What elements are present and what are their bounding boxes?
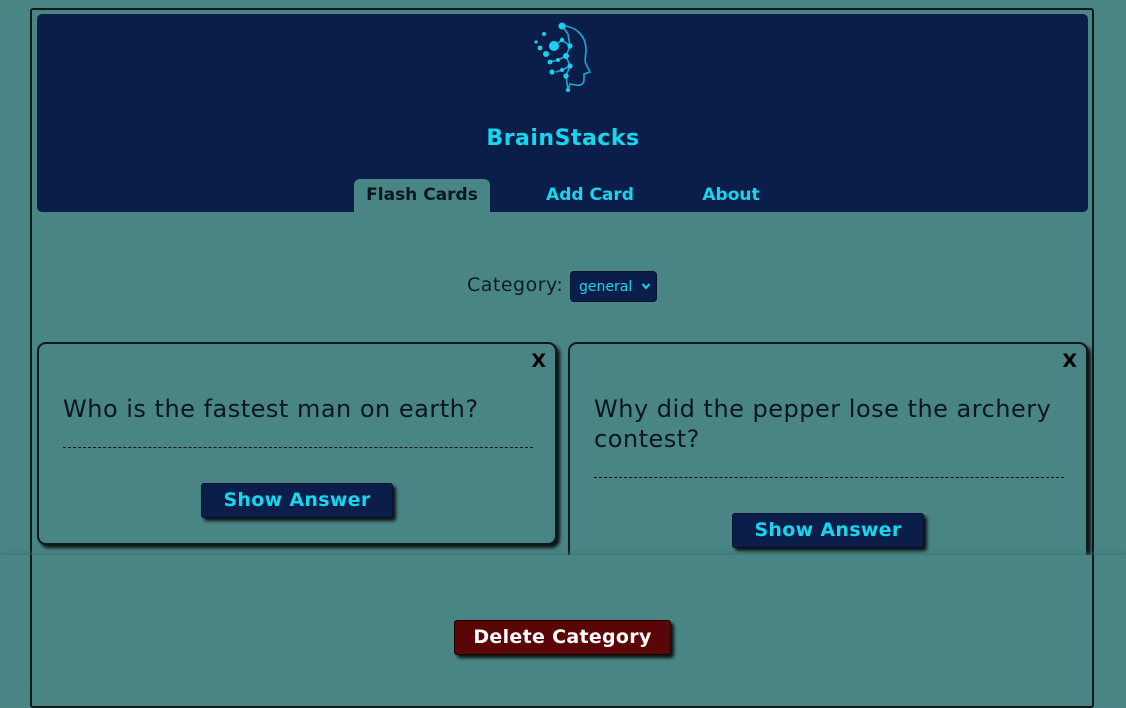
card-divider	[594, 477, 1064, 478]
chevron-down-icon	[641, 283, 651, 290]
app-title: BrainStacks	[486, 126, 640, 151]
category-select[interactable]: general	[570, 271, 657, 302]
category-label: Category:	[467, 274, 564, 296]
tab-add-card[interactable]: Add Card	[532, 179, 648, 212]
frame-border-right	[1092, 555, 1094, 681]
footer-bar	[0, 555, 1126, 681]
card-question-line: Why did the pepper lose the archery	[594, 395, 1052, 423]
card-divider	[63, 447, 533, 448]
frame-border-left	[30, 555, 32, 681]
close-card-button[interactable]: X	[531, 350, 546, 372]
show-answer-button[interactable]: Show Answer	[732, 513, 924, 548]
brain-head-icon	[534, 22, 592, 92]
flash-card: X Who is the fastest man on earth? Show …	[37, 342, 557, 545]
card-question: Why did the pepper lose the archery cont…	[594, 394, 1051, 454]
close-card-button[interactable]: X	[1062, 350, 1077, 372]
tab-flash-cards[interactable]: Flash Cards	[354, 179, 490, 212]
show-answer-button[interactable]: Show Answer	[201, 483, 393, 518]
flash-card: X Why did the pepper lose the archery co…	[568, 342, 1088, 575]
card-question: Who is the fastest man on earth?	[63, 395, 479, 423]
card-question-line: contest?	[594, 425, 700, 453]
delete-category-button[interactable]: Delete Category	[454, 620, 671, 655]
category-selected-value: general	[579, 278, 633, 295]
tab-about[interactable]: About	[686, 179, 776, 212]
